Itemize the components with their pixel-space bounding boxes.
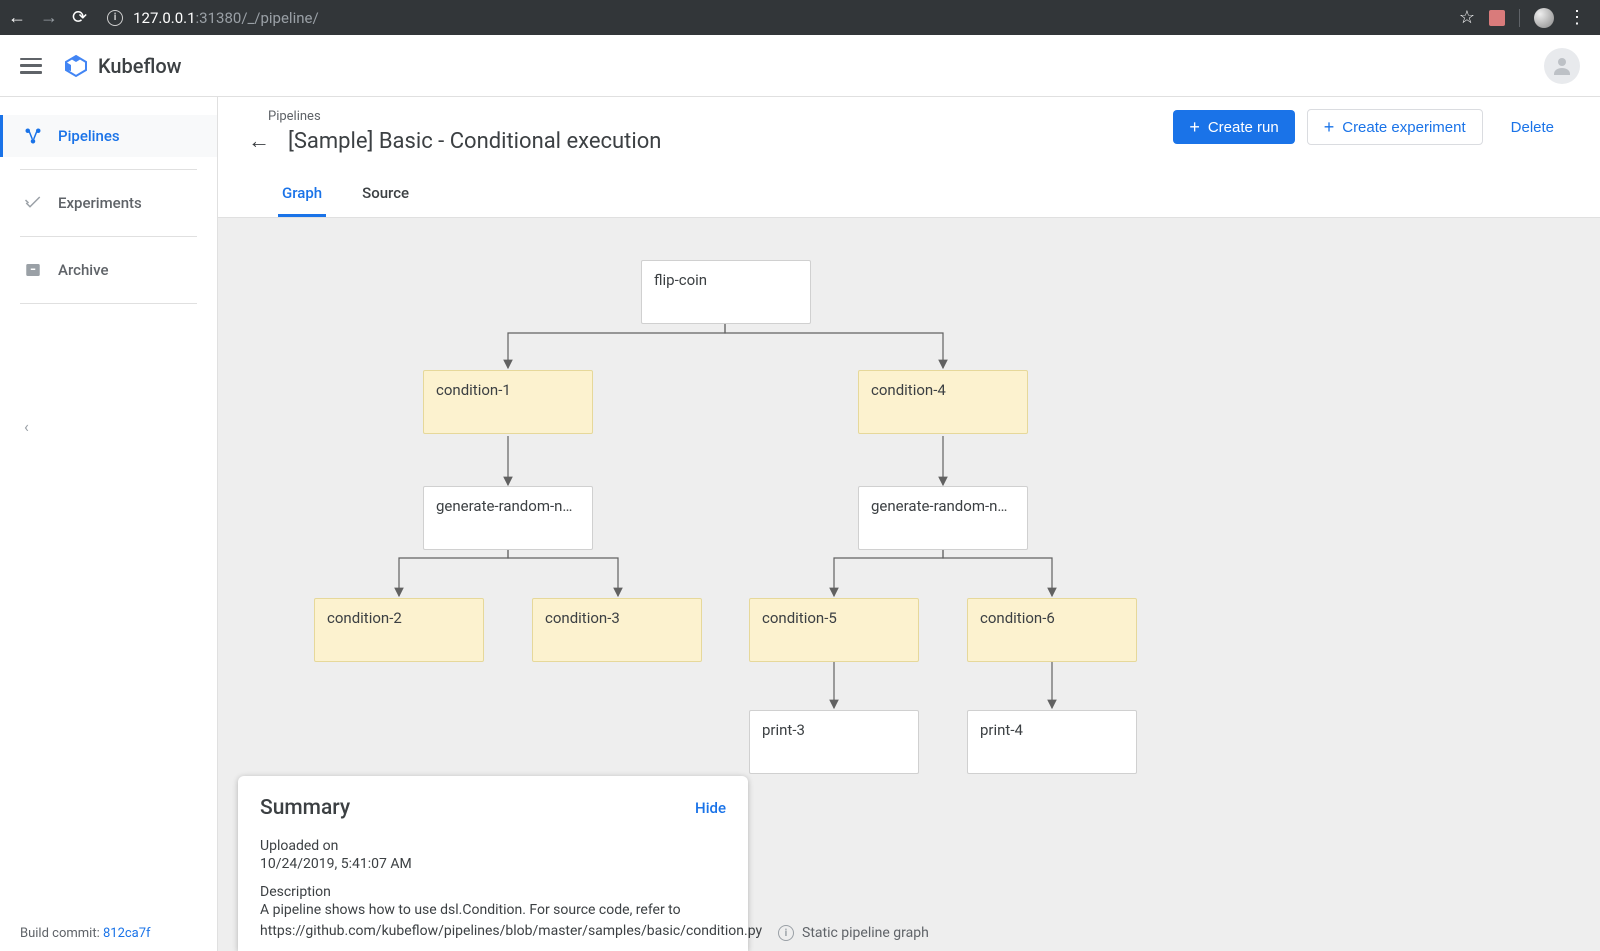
url-bar[interactable]: i 127.0.0.1:31380/_/pipeline/ [101, 4, 1445, 32]
divider [1519, 9, 1520, 27]
collapse-sidebar-icon[interactable]: ‹ [24, 417, 29, 436]
browser-forward-icon: → [40, 7, 58, 28]
sidebar-item-pipelines[interactable]: Pipelines [0, 115, 217, 157]
build-commit: Build commit: 812ca7f [20, 926, 151, 941]
graph-node-condition-5[interactable]: condition-5 [749, 598, 919, 662]
sidebar: Pipelines Experiments Archive ‹ Build co… [0, 97, 218, 951]
back-arrow-icon[interactable]: ← [248, 128, 270, 154]
description-value: A pipeline shows how to use dsl.Conditio… [260, 900, 726, 941]
uploaded-value: 10/24/2019, 5:41:07 AM [260, 854, 726, 874]
extension-icon[interactable] [1489, 10, 1505, 26]
hamburger-menu-icon[interactable] [20, 58, 42, 74]
pipelines-icon [24, 127, 42, 145]
graph-node-condition-1[interactable]: condition-1 [423, 370, 593, 434]
page-actions: +Create run +Create experiment Delete [1173, 109, 1570, 145]
page-title: [Sample] Basic - Conditional execution [288, 129, 661, 154]
browser-chrome: ← → ⟳ i 127.0.0.1:31380/_/pipeline/ ☆ ⋮ [0, 0, 1600, 35]
user-avatar-icon[interactable] [1544, 48, 1580, 84]
graph-node-condition-2[interactable]: condition-2 [314, 598, 484, 662]
divider [20, 236, 197, 237]
delete-button[interactable]: Delete [1495, 111, 1570, 144]
plus-icon: + [1189, 118, 1200, 136]
create-run-button[interactable]: +Create run [1173, 110, 1294, 144]
static-graph-note: i Static pipeline graph [778, 925, 929, 941]
sidebar-item-label: Archive [58, 261, 108, 279]
graph-node-generate-2[interactable]: generate-random-nu… [858, 486, 1028, 550]
url-text: 127.0.0.1:31380/_/pipeline/ [133, 9, 319, 27]
create-experiment-button[interactable]: +Create experiment [1307, 109, 1483, 145]
sidebar-item-label: Experiments [58, 194, 142, 212]
graph-canvas[interactable]: flip-coin condition-1 condition-4 genera… [218, 218, 1600, 951]
tab-graph[interactable]: Graph [278, 174, 326, 217]
experiments-icon [24, 194, 42, 212]
tabs: Graph Source [248, 174, 1570, 217]
graph-node-print-3[interactable]: print-3 [749, 710, 919, 774]
sidebar-item-experiments[interactable]: Experiments [0, 182, 217, 224]
description-label: Description [260, 884, 726, 900]
bookmark-star-icon[interactable]: ☆ [1459, 7, 1475, 28]
profile-avatar-icon[interactable] [1534, 8, 1554, 28]
hide-summary-button[interactable]: Hide [695, 799, 726, 817]
browser-back-icon[interactable]: ← [8, 7, 26, 28]
graph-node-generate-1[interactable]: generate-random-nu… [423, 486, 593, 550]
summary-title: Summary [260, 796, 350, 820]
brand-name: Kubeflow [98, 54, 182, 78]
archive-icon [24, 261, 42, 279]
sidebar-item-archive[interactable]: Archive [0, 249, 217, 291]
kubeflow-logo-icon [64, 54, 88, 78]
graph-node-condition-4[interactable]: condition-4 [858, 370, 1028, 434]
graph-node-flip-coin[interactable]: flip-coin [641, 260, 811, 324]
info-icon: i [778, 925, 794, 941]
tab-source[interactable]: Source [358, 174, 413, 217]
browser-reload-icon[interactable]: ⟳ [72, 7, 87, 28]
info-icon[interactable]: i [107, 10, 123, 26]
page-header: Pipelines ← [Sample] Basic - Conditional… [218, 97, 1600, 218]
divider [20, 169, 197, 170]
breadcrumb[interactable]: Pipelines [268, 109, 661, 124]
sidebar-item-label: Pipelines [58, 127, 120, 145]
main: Pipelines ← [Sample] Basic - Conditional… [218, 97, 1600, 951]
divider [20, 303, 197, 304]
build-commit-link[interactable]: 812ca7f [103, 926, 151, 941]
browser-menu-icon[interactable]: ⋮ [1568, 7, 1586, 28]
summary-panel: Summary Hide Uploaded on 10/24/2019, 5:4… [238, 776, 748, 951]
graph-node-condition-3[interactable]: condition-3 [532, 598, 702, 662]
graph-node-print-4[interactable]: print-4 [967, 710, 1137, 774]
uploaded-label: Uploaded on [260, 838, 726, 854]
brand[interactable]: Kubeflow [64, 54, 182, 78]
graph-node-condition-6[interactable]: condition-6 [967, 598, 1137, 662]
app-header: Kubeflow [0, 35, 1600, 97]
plus-icon: + [1324, 118, 1335, 136]
